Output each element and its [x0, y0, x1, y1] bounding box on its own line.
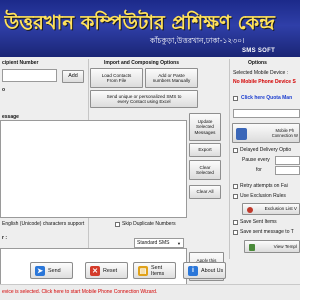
mobile-phone-button-label: Mobile Ph Connection W	[271, 127, 298, 138]
retry-label: Retry attempts on Fai	[240, 183, 288, 189]
folder-icon: ▤	[138, 265, 148, 276]
pause-for-input[interactable]	[275, 166, 300, 175]
mobile-phone-connection-button[interactable]: Mobile Ph Connection W	[232, 123, 300, 143]
pause-every-input[interactable]	[275, 156, 300, 165]
quota-checkbox[interactable]	[233, 96, 238, 101]
save-template-label: Save sent message to T	[240, 229, 294, 235]
send-icon: ➤	[35, 265, 45, 276]
exclusion-label: Use Exclusion Rules	[240, 193, 286, 199]
add-paste-button[interactable]: Add or Paste numbers Manually	[145, 68, 198, 88]
load-contacts-button[interactable]: Load Contacts From File	[90, 68, 143, 88]
for-label: for	[256, 167, 262, 173]
skip-duplicates-label: Skip Duplicate Numbers	[122, 221, 176, 227]
divider-right	[229, 59, 230, 259]
banner-subtitle: কাঁচকুড়া,উত্তরখান,ঢাকা-১২৩০।	[150, 36, 245, 45]
save-template-checkbox[interactable]	[233, 230, 238, 235]
main-panel: cipient Number Add o Import and Composin…	[0, 57, 300, 285]
info-icon: i	[188, 265, 198, 276]
exclusion-list-button[interactable]: Exclusion List V	[242, 203, 300, 215]
save-sent-checkbox[interactable]	[233, 220, 238, 225]
view-templates-label: View Templ	[273, 243, 297, 249]
phone-icon	[236, 128, 247, 140]
clear-all-button[interactable]: Clear All	[189, 185, 221, 199]
message-list[interactable]	[0, 120, 187, 218]
status-bar[interactable]: evice is selected. Click here to start M…	[0, 284, 300, 300]
sms-type-value: Standard SMS	[137, 240, 170, 246]
header-banner: উত্তরখান কম্পিউটার প্রশিক্ষণ কেন্দ্র কাঁ…	[0, 0, 300, 57]
send-button[interactable]: ➤ Send	[30, 262, 73, 279]
reset-button[interactable]: ✕ Reset	[85, 262, 128, 279]
delayed-delivery-label: Delayed Delivery Optio	[240, 147, 292, 153]
about-us-button[interactable]: i About Us	[183, 262, 226, 279]
status-text[interactable]: evice is selected. Click here to start M…	[2, 290, 157, 295]
device-dropdown[interactable]	[233, 109, 300, 118]
clear-selected-button[interactable]: Clear Selected	[189, 160, 221, 180]
update-selected-button[interactable]: Update Selected Messages	[189, 113, 221, 141]
list-header-fragment: o	[2, 87, 6, 93]
recipient-input[interactable]	[2, 69, 57, 82]
reset-label: Reset	[103, 267, 118, 274]
retry-checkbox[interactable]	[233, 184, 238, 189]
pause-every-label: Pause every	[242, 157, 270, 163]
sms-type-select[interactable]: Standard SMS ▼	[134, 238, 184, 248]
reset-icon: ✕	[90, 265, 100, 276]
template-icon	[249, 244, 255, 251]
send-label: Send	[48, 267, 61, 274]
send-unique-button[interactable]: Send unique or personalized SMS to every…	[90, 90, 198, 108]
import-heading: Import and Composing Options	[104, 60, 179, 66]
options-heading: Options	[248, 60, 267, 66]
add-button[interactable]: Add	[62, 70, 84, 83]
skip-duplicates-checkbox[interactable]	[115, 222, 120, 227]
no-device-text: No Mobile Phone Device S	[233, 79, 296, 85]
banner-logo: SMS SOFT	[242, 48, 276, 54]
selected-device-label: Selected Mobile Device :	[233, 70, 289, 76]
about-us-label: About Us	[201, 267, 224, 274]
save-sent-label: Save Sent Items	[240, 219, 277, 225]
exclusion-checkbox[interactable]	[233, 194, 238, 199]
chevron-down-icon: ▼	[177, 240, 181, 246]
delayed-delivery-checkbox[interactable]	[233, 148, 238, 153]
sent-items-button[interactable]: ▤ Sent Items	[133, 262, 176, 279]
export-button[interactable]: Export	[189, 143, 221, 157]
quota-manager-link[interactable]: Click here Quota Man	[241, 96, 292, 101]
sent-items-label: Sent Items	[151, 264, 165, 277]
unicode-support-label: English (Unicode) characters support	[2, 221, 85, 227]
exclusion-list-label: Exclusion List V	[264, 206, 297, 212]
recipient-label: cipient Number	[2, 60, 39, 66]
view-templates-button[interactable]: View Templ	[244, 240, 300, 253]
composer-label: r :	[2, 235, 7, 241]
exclusion-icon	[247, 207, 253, 213]
